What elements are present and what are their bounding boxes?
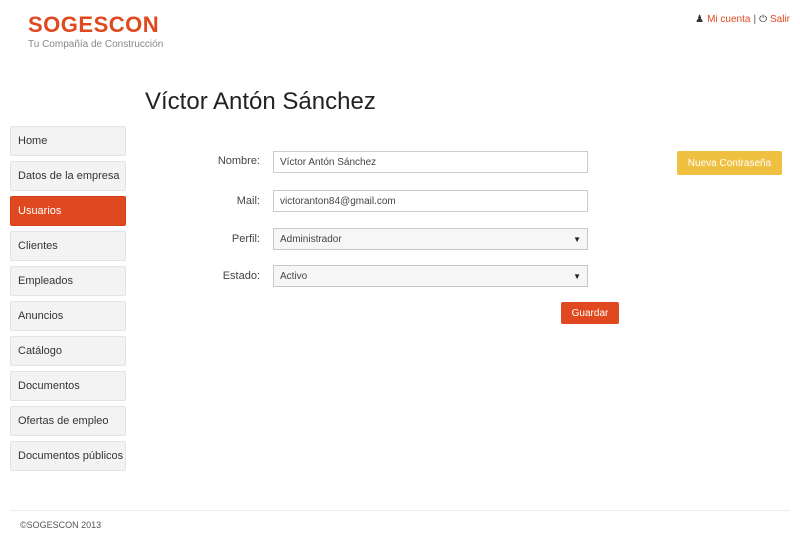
estado-select[interactable]: Activo ▼ [273,265,588,287]
tagline: Tu Compañía de Construcción [28,39,164,50]
estado-selected-value: Activo [280,270,308,282]
sidebar-item-datos-empresa[interactable]: Datos de la empresa [10,161,126,191]
sidebar: Home Datos de la empresa Usuarios Client… [10,126,126,476]
sidebar-item-usuarios[interactable]: Usuarios [10,196,126,226]
top-links: ♟ Mi cuenta | ⏻ Salir [695,14,790,25]
brand: SOGESCON Tu Compañía de Construcción [28,12,163,50]
logo[interactable]: SOGESCON [28,12,163,38]
caret-down-icon: ▼ [573,271,581,281]
nombre-label: Nombre: [217,155,260,167]
sidebar-item-anuncios[interactable]: Anuncios [10,301,126,331]
sidebar-item-documentos[interactable]: Documentos [10,371,126,401]
mail-field[interactable]: victoranton84@gmail.com [273,190,588,212]
caret-down-icon: ▼ [573,234,581,244]
sidebar-item-documentos-publicos[interactable]: Documentos públicos [10,441,126,471]
perfil-select[interactable]: Administrador ▼ [273,228,588,250]
nombre-field[interactable]: Víctor Antón Sánchez [273,151,588,173]
footer-divider [10,510,790,511]
perfil-label: Perfil: [231,233,260,245]
estado-label: Estado: [222,270,260,282]
logout-link[interactable]: Salir [770,14,790,25]
sidebar-item-home[interactable]: Home [10,126,126,156]
my-account-link[interactable]: Mi cuenta [707,14,750,25]
mail-label: Mail: [236,195,260,207]
perfil-selected-value: Administrador [280,233,342,245]
power-icon: ⏻ [759,14,767,25]
top-links-separator: | [753,14,757,25]
user-icon: ♟ [695,14,705,25]
sidebar-item-ofertas-empleo[interactable]: Ofertas de empleo [10,406,126,436]
sidebar-item-catalogo[interactable]: Catálogo [10,336,126,366]
footer-copyright: ©SOGESCON 2013 [20,520,102,530]
sidebar-item-empleados[interactable]: Empleados [10,266,126,296]
sidebar-item-clientes[interactable]: Clientes [10,231,126,261]
page-title: Víctor Antón Sánchez [145,88,376,115]
new-password-button[interactable]: Nueva Contraseña [677,151,782,175]
save-button[interactable]: Guardar [561,302,619,324]
